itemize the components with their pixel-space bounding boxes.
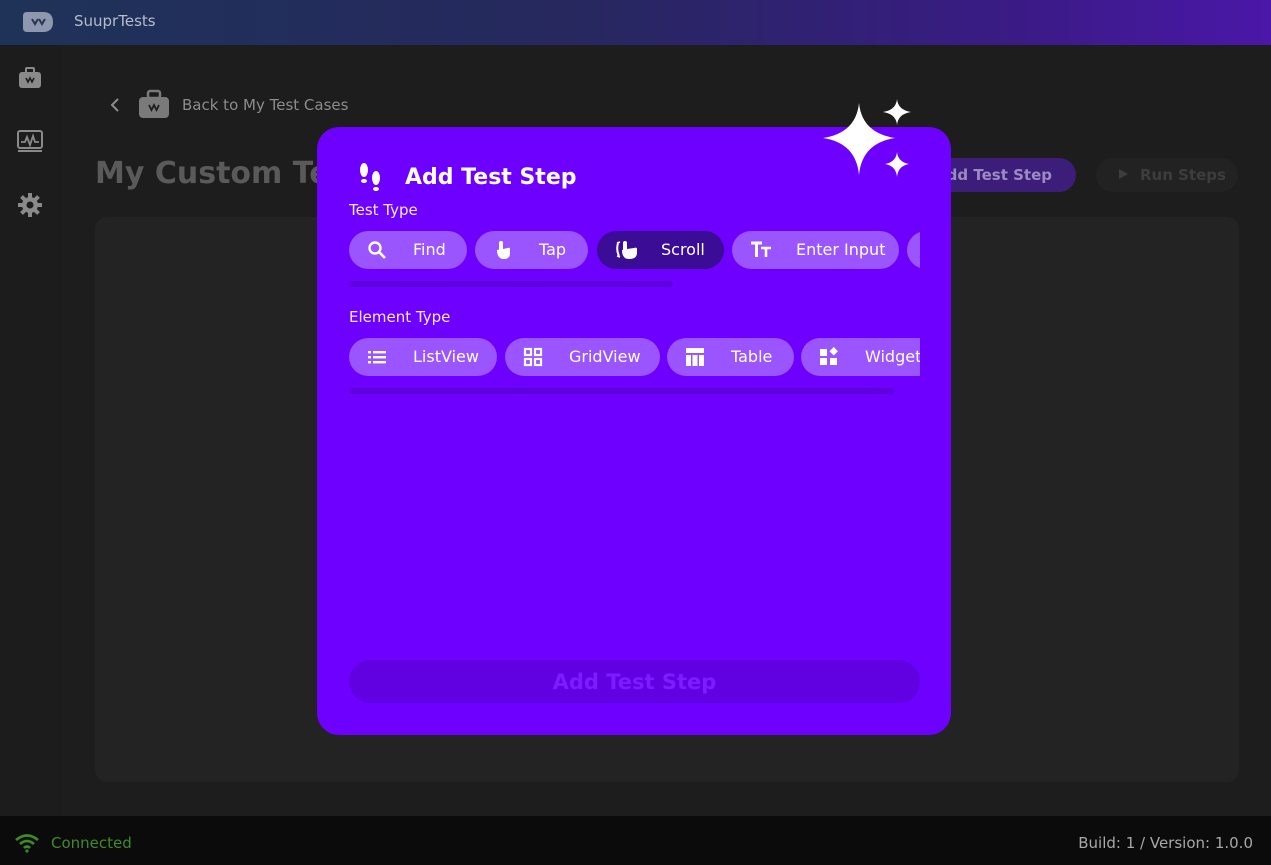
chip-label: GridView bbox=[569, 347, 641, 366]
briefcase-icon[interactable] bbox=[16, 64, 44, 92]
chip-label: Find bbox=[413, 240, 446, 259]
test-case-icon bbox=[139, 89, 169, 118]
element-type-chips: ListView GridView Table Widget bbox=[349, 338, 920, 376]
test-type-chips: Find Tap Scroll Enter Input bbox=[349, 231, 920, 269]
test-type-scrollbar[interactable] bbox=[349, 281, 673, 287]
add-test-step-label: Add Test Step bbox=[935, 166, 1052, 184]
test-type-label: Test Type bbox=[349, 201, 418, 219]
widgets-icon bbox=[820, 347, 838, 365]
footsteps-icon bbox=[360, 163, 380, 191]
chip-label: Enter Input bbox=[796, 240, 886, 259]
title-bar: SuuprTests bbox=[0, 0, 1271, 45]
tap-hand-icon bbox=[497, 241, 510, 259]
table-icon bbox=[686, 348, 704, 366]
grid-icon bbox=[523, 347, 543, 367]
sparkles-icon bbox=[823, 99, 911, 177]
search-icon bbox=[368, 241, 386, 259]
chip-tap[interactable]: Tap bbox=[475, 231, 588, 269]
text-input-icon bbox=[751, 241, 771, 257]
element-type-scrollbar[interactable] bbox=[349, 388, 894, 394]
chip-label: Widget bbox=[865, 347, 920, 366]
chip-label: Scroll bbox=[661, 240, 705, 259]
chip-scroll[interactable]: Scroll bbox=[597, 231, 724, 269]
play-icon bbox=[1119, 169, 1128, 179]
element-type-label: Element Type bbox=[349, 308, 451, 326]
chip-find[interactable]: Find bbox=[349, 231, 467, 269]
chip-table[interactable]: Table bbox=[667, 338, 794, 376]
list-icon bbox=[368, 351, 386, 364]
submit-label: Add Test Step bbox=[552, 669, 717, 694]
app-logo-icon bbox=[23, 12, 53, 32]
chip-listview[interactable]: ListView bbox=[349, 338, 497, 376]
chip-more[interactable] bbox=[907, 231, 920, 269]
build-version: Build: 1 / Version: 1.0.0 bbox=[1078, 834, 1253, 852]
side-rail bbox=[0, 45, 62, 816]
chevron-left-icon[interactable] bbox=[108, 97, 122, 113]
scroll-hand-icon bbox=[616, 241, 637, 259]
submit-add-test-step-button[interactable]: Add Test Step bbox=[349, 660, 920, 703]
chip-enter-input[interactable]: Enter Input bbox=[732, 231, 899, 269]
gear-icon[interactable] bbox=[16, 191, 44, 219]
chip-label: Tap bbox=[539, 240, 567, 259]
back-to-test-cases-link[interactable]: Back to My Test Cases bbox=[182, 96, 348, 114]
connection-status: Connected bbox=[51, 834, 132, 852]
app-title: SuuprTests bbox=[74, 12, 156, 30]
chip-label: ListView bbox=[413, 347, 479, 366]
chip-gridview[interactable]: GridView bbox=[505, 338, 660, 376]
dialog-title: Add Test Step bbox=[405, 165, 577, 190]
run-steps-button[interactable]: Run Steps bbox=[1096, 158, 1238, 192]
wifi-icon bbox=[15, 834, 39, 853]
chip-label: Table bbox=[731, 347, 773, 366]
run-steps-label: Run Steps bbox=[1140, 166, 1226, 184]
chip-widget[interactable]: Widget bbox=[801, 338, 920, 376]
monitor-chart-icon[interactable] bbox=[16, 127, 44, 155]
